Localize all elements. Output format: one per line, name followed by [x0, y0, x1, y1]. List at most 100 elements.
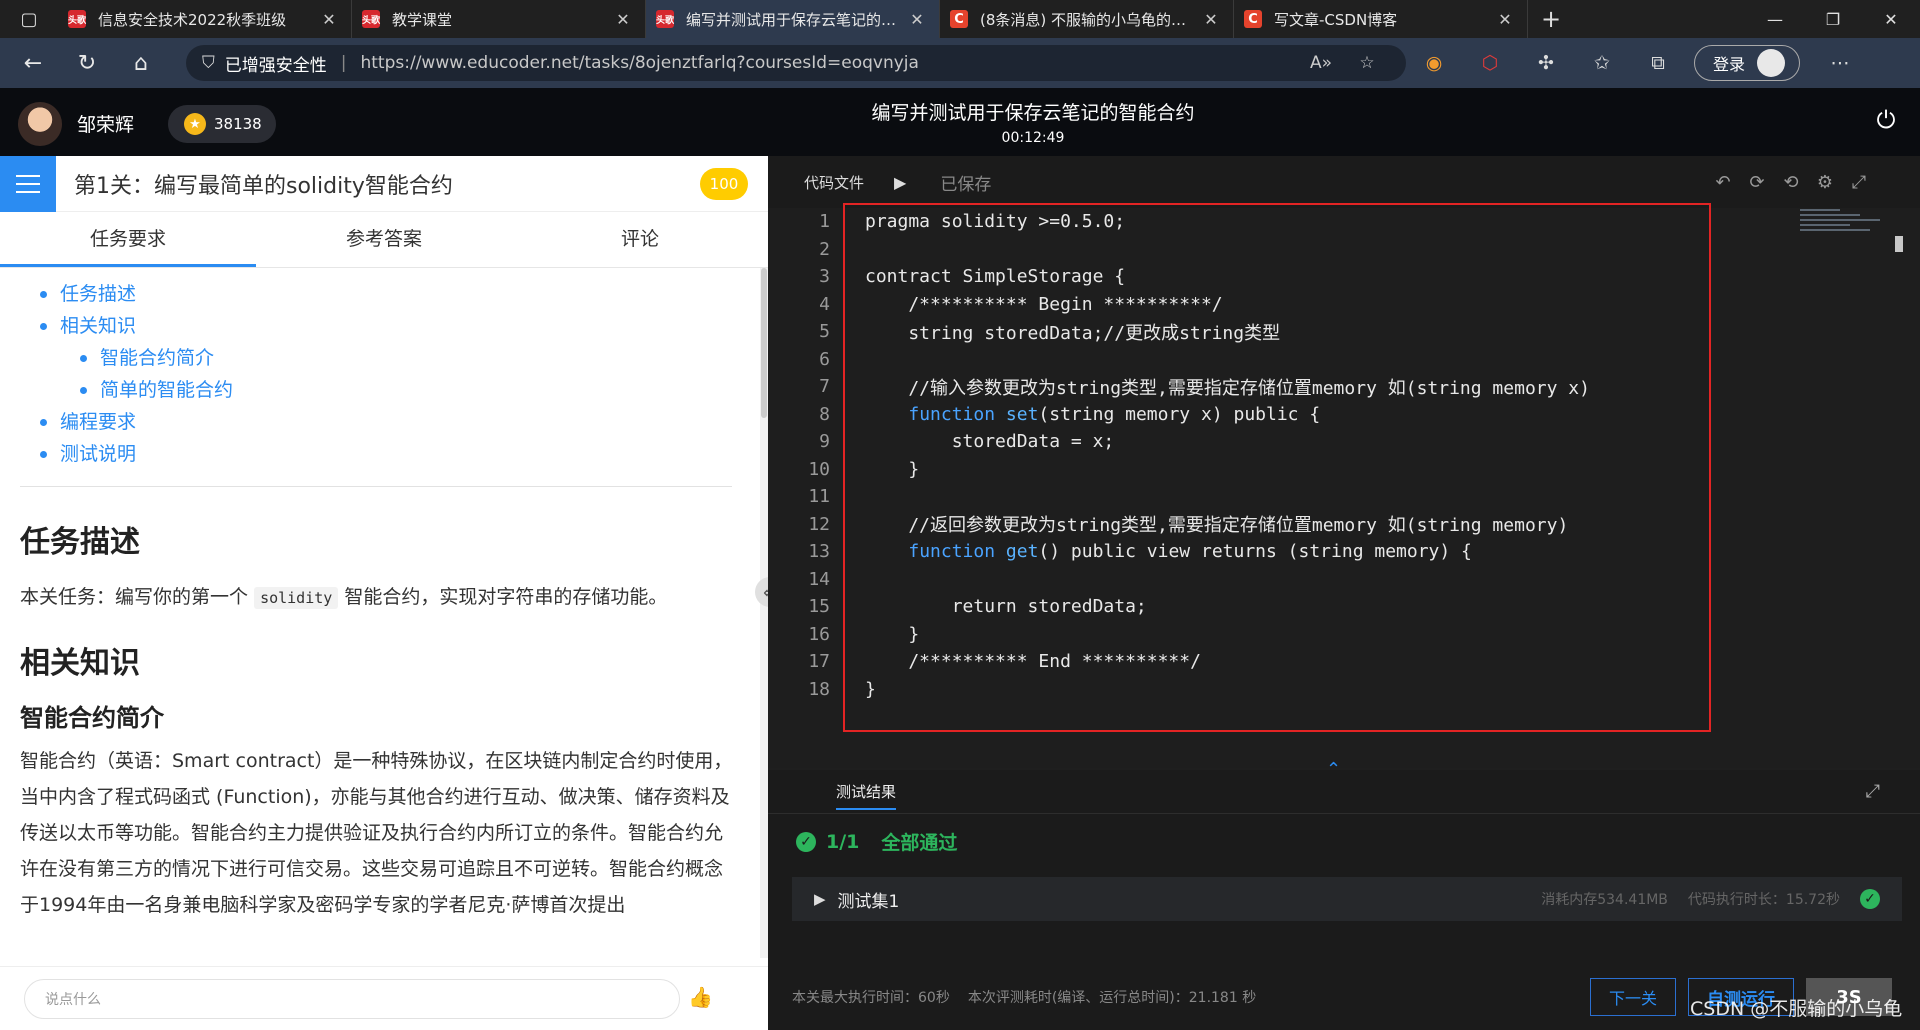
extension-icon[interactable]: ◉ — [1406, 38, 1462, 88]
section-heading: 任务描述 — [20, 525, 140, 560]
test-set-name: 测试集1 — [837, 891, 900, 912]
tab-reference-answer[interactable]: 参考答案 — [256, 212, 512, 267]
divider: | — [340, 53, 347, 73]
tab-test-results[interactable]: 测试结果 — [836, 781, 897, 810]
saved-status: 已保存 — [940, 174, 992, 195]
toc-link[interactable]: 智能合约简介 — [20, 342, 740, 374]
line-number: 16 — [808, 623, 830, 645]
timer: 00:12:49 — [1001, 130, 1065, 146]
test-set-row[interactable]: ▶ 测试集1 消耗内存534.41MB 代码执行时长：15.72秒 ✓ — [792, 877, 1902, 921]
profile-avatar — [1757, 49, 1786, 77]
line-number: 13 — [808, 541, 830, 563]
highlight-box — [843, 203, 1711, 732]
csdn-favicon-icon: C — [950, 10, 968, 28]
close-tab-icon[interactable]: ✕ — [1493, 10, 1517, 29]
scrollbar[interactable] — [760, 268, 768, 958]
comment-input[interactable]: 说点什么 — [24, 979, 680, 1019]
section-heading: 相关知识 — [20, 646, 140, 681]
fullscreen-icon[interactable]: ⤢ — [1842, 172, 1876, 193]
refresh-icon[interactable]: ↻ — [60, 38, 114, 88]
check-circle-icon: ✓ — [1860, 889, 1880, 909]
expand-triangle-icon[interactable]: ▶ — [814, 890, 826, 908]
editor-scrollbar[interactable] — [1893, 206, 1905, 766]
tab-task-requirements[interactable]: 任务要求 — [0, 212, 256, 267]
read-aloud-icon[interactable]: A» — [1298, 53, 1344, 73]
close-window-icon[interactable]: ✕ — [1862, 0, 1920, 38]
next-level-button[interactable]: 下一关 — [1590, 978, 1676, 1016]
adblock-icon[interactable]: ⬡ — [1462, 38, 1518, 88]
undo-icon[interactable]: ↶ — [1706, 172, 1740, 193]
browser-tab[interactable]: C 写文章-CSDN博客 ✕ — [1234, 0, 1528, 38]
close-tab-icon[interactable]: ✕ — [317, 10, 341, 29]
close-tab-icon[interactable]: ✕ — [905, 10, 929, 29]
browser-tab[interactable]: 头歌 教学课堂 ✕ — [352, 0, 646, 38]
menu-icon[interactable] — [0, 155, 56, 212]
task-text-suffix: 智能合约，实现对字符串的存储功能。 — [344, 586, 668, 608]
power-icon[interactable]: ⏻ — [1868, 106, 1904, 142]
browser-tab[interactable]: C (8条消息) 不服输的小乌龟的博客 ✕ — [940, 0, 1234, 38]
csdn-favicon-icon: C — [1244, 10, 1262, 28]
close-tab-icon[interactable]: ✕ — [1199, 10, 1223, 29]
divider — [20, 486, 732, 487]
line-number: 7 — [819, 376, 830, 398]
pass-count: 1/1 — [826, 830, 860, 853]
collections-icon[interactable]: ⧉ — [1630, 38, 1686, 88]
extensions-icon[interactable]: ✣ — [1518, 38, 1574, 88]
line-number: 3 — [819, 266, 830, 288]
thumbs-up-icon[interactable]: 👍 — [688, 985, 713, 1009]
favorites-icon[interactable]: ✩ — [1574, 38, 1630, 88]
task-content: 任务描述 相关知识 智能合约简介 简单的智能合约 编程要求 测试说明 任务描述 … — [0, 268, 760, 958]
line-number: 10 — [808, 458, 830, 480]
browser-tab-active[interactable]: 头歌 编写并测试用于保存云笔记的智能合约 ✕ — [646, 0, 940, 38]
code-file-label[interactable]: 代码文件 — [804, 172, 864, 193]
toc-link[interactable]: 测试说明 — [20, 438, 740, 470]
login-button[interactable]: 登录 — [1694, 45, 1800, 81]
educoder-favicon-icon: 头歌 — [68, 10, 86, 28]
page-title: 编写并测试用于保存云笔记的智能合约 — [871, 102, 1195, 124]
tab-comments[interactable]: 评论 — [512, 212, 768, 267]
play-icon[interactable]: ▶ — [894, 173, 906, 192]
restore-icon[interactable]: ❐ — [1804, 0, 1862, 38]
execution-time: 代码执行时长：15.72秒 — [1687, 892, 1840, 908]
memory-usage: 消耗内存534.41MB — [1541, 892, 1668, 908]
favorite-add-icon[interactable]: ☆ — [1344, 53, 1390, 73]
line-number: 15 — [808, 596, 830, 618]
tab-actions-icon[interactable]: ▢ — [0, 0, 58, 38]
shield-icon[interactable]: ⛉ — [202, 53, 215, 73]
level-bar: 第1关：编写最简单的solidity智能合约 100 — [0, 155, 768, 212]
line-number: 12 — [808, 513, 830, 535]
settings-gear-icon[interactable]: ⚙ — [1808, 172, 1842, 193]
task-description: 本关任务：编写你的第一个 solidity 智能合约，实现对字符串的存储功能。 — [20, 579, 740, 616]
toc-link[interactable]: 简单的智能合约 — [20, 374, 740, 406]
line-number: 17 — [808, 651, 830, 673]
inline-code: solidity — [254, 587, 339, 609]
reset-icon[interactable]: ⟳ — [1740, 172, 1774, 193]
educoder-favicon-icon: 头歌 — [362, 10, 380, 28]
close-tab-icon[interactable]: ✕ — [611, 10, 635, 29]
back-icon[interactable]: ← — [6, 38, 60, 88]
home-icon[interactable]: ⌂ — [114, 38, 168, 88]
code-minimap[interactable] — [1800, 206, 1886, 246]
address-bar[interactable]: ⛉ 已增强安全性 | https://www.educoder.net/task… — [186, 45, 1406, 81]
educoder-favicon-icon: 头歌 — [656, 10, 674, 28]
browser-tab[interactable]: 头歌 信息安全技术2022秋季班级 ✕ — [58, 0, 352, 38]
line-number: 8 — [819, 403, 830, 425]
editor-toolbar: 代码文件 ▶ 已保存 ↶ ⟳ ⟲ ⚙ ⤢ — [768, 156, 1920, 208]
tab-title: 信息安全技术2022秋季班级 — [98, 10, 287, 29]
toc-link[interactable]: 相关知识 — [20, 310, 740, 342]
url-text[interactable]: https://www.educoder.net/tasks/8ojenztfa… — [360, 53, 1298, 73]
line-number: 2 — [819, 238, 830, 260]
check-circle-icon: ✓ — [796, 831, 816, 852]
more-icon[interactable]: ⋯ — [1812, 38, 1868, 88]
toc-link[interactable]: 任务描述 — [20, 278, 740, 310]
table-of-contents: 任务描述 相关知识 智能合约简介 简单的智能合约 编程要求 测试说明 — [20, 278, 740, 487]
expand-icon[interactable]: ⤢ — [1866, 781, 1880, 802]
subsection-heading: 智能合约简介 — [20, 704, 164, 732]
toc-link[interactable]: 编程要求 — [20, 406, 740, 438]
level-title: 第1关：编写最简单的solidity智能合约 — [74, 173, 453, 199]
history-icon[interactable]: ⟲ — [1774, 172, 1808, 193]
new-tab-icon[interactable]: + — [1528, 0, 1574, 38]
line-number: 14 — [808, 568, 830, 590]
minimize-icon[interactable]: — — [1746, 0, 1804, 38]
max-exec-time: 本关最大执行时间：60秒 — [792, 990, 950, 1006]
